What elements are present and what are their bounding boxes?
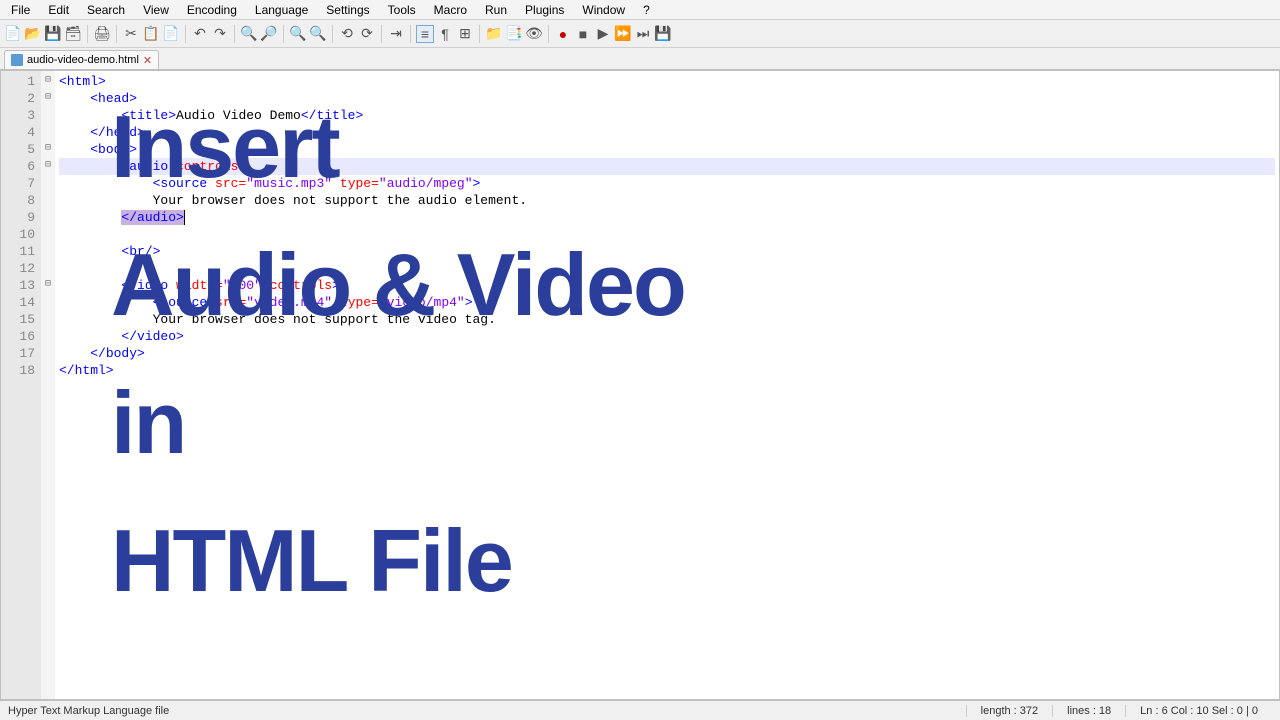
- separator: [332, 25, 333, 43]
- menu-settings[interactable]: Settings: [317, 1, 378, 18]
- separator: [234, 25, 235, 43]
- toolbar: 📄 📂 💾 🗃 🖨 ✂ 📋 📄 ↶ ↷ 🔍 🔎 🔍 🔍 ⟲ ⟳ ⇥ ≡ ¶ ⊞ …: [0, 20, 1280, 48]
- indent-icon[interactable]: ⇥: [387, 25, 405, 43]
- separator: [410, 25, 411, 43]
- showall-icon[interactable]: ¶: [436, 25, 454, 43]
- status-lines: lines : 18: [1052, 705, 1125, 717]
- code-area[interactable]: <html> <head> <title>Audio Video Demo</t…: [55, 71, 1279, 699]
- redo-icon[interactable]: ↷: [211, 25, 229, 43]
- menu-language[interactable]: Language: [246, 1, 317, 18]
- find-icon[interactable]: 🔍: [240, 25, 258, 43]
- tabbar: audio-video-demo.html ✕: [0, 48, 1280, 70]
- menu-run[interactable]: Run: [476, 1, 516, 18]
- zoom-out-icon[interactable]: 🔍: [309, 25, 327, 43]
- menu-encoding[interactable]: Encoding: [178, 1, 246, 18]
- menu-view[interactable]: View: [134, 1, 178, 18]
- paste-icon[interactable]: 📄: [162, 25, 180, 43]
- fast-icon[interactable]: ⏩: [614, 25, 632, 43]
- close-tab-icon[interactable]: ✕: [143, 54, 152, 67]
- tab-label: audio-video-demo.html: [27, 54, 139, 66]
- wordwrap-icon[interactable]: ≡: [416, 25, 434, 43]
- separator: [185, 25, 186, 43]
- menu-macro[interactable]: Macro: [425, 1, 476, 18]
- statusbar: Hyper Text Markup Language file length :…: [0, 700, 1280, 720]
- separator: [548, 25, 549, 43]
- monitor-icon[interactable]: 👁: [525, 25, 543, 43]
- play-icon[interactable]: ▶: [594, 25, 612, 43]
- menu-file[interactable]: File: [2, 1, 39, 18]
- separator: [87, 25, 88, 43]
- copy-icon[interactable]: 📋: [142, 25, 160, 43]
- file-tab[interactable]: audio-video-demo.html ✕: [4, 50, 159, 69]
- folder-icon[interactable]: 📁: [485, 25, 503, 43]
- editor[interactable]: 123456789101112131415161718 ⊟⊟⊟⊟⊟ <html>…: [0, 70, 1280, 700]
- separator: [479, 25, 480, 43]
- status-length: length : 372: [966, 705, 1053, 717]
- menubar: FileEditSearchViewEncodingLanguageSettin…: [0, 0, 1280, 20]
- sync-icon[interactable]: ⟲: [338, 25, 356, 43]
- separator: [381, 25, 382, 43]
- separator: [116, 25, 117, 43]
- status-position: Ln : 6 Col : 10 Sel : 0 | 0: [1125, 705, 1272, 717]
- savemacro-icon[interactable]: 💾: [654, 25, 672, 43]
- line-gutter: 123456789101112131415161718: [1, 71, 41, 699]
- print-icon[interactable]: 🖨: [93, 25, 111, 43]
- menu-plugins[interactable]: Plugins: [516, 1, 573, 18]
- menu-edit[interactable]: Edit: [39, 1, 78, 18]
- new-file-icon[interactable]: 📄: [4, 25, 22, 43]
- menu-tools[interactable]: Tools: [379, 1, 425, 18]
- status-language: Hyper Text Markup Language file: [8, 705, 966, 717]
- replace-icon[interactable]: 🔎: [260, 25, 278, 43]
- menu-window[interactable]: Window: [573, 1, 634, 18]
- record-icon[interactable]: ●: [554, 25, 572, 43]
- undo-icon[interactable]: ↶: [191, 25, 209, 43]
- menu-search[interactable]: Search: [78, 1, 134, 18]
- open-file-icon[interactable]: 📂: [24, 25, 42, 43]
- playmulti-icon[interactable]: ⏭: [634, 25, 652, 43]
- save-all-icon[interactable]: 🗃: [64, 25, 82, 43]
- file-icon: [11, 54, 23, 66]
- zoom-in-icon[interactable]: 🔍: [289, 25, 307, 43]
- save-icon[interactable]: 💾: [44, 25, 62, 43]
- cut-icon[interactable]: ✂: [122, 25, 140, 43]
- stop-icon[interactable]: ■: [574, 25, 592, 43]
- menu-?[interactable]: ?: [634, 1, 659, 18]
- doc-icon[interactable]: 📑: [505, 25, 523, 43]
- fold-column[interactable]: ⊟⊟⊟⊟⊟: [41, 71, 55, 699]
- separator: [283, 25, 284, 43]
- guide-icon[interactable]: ⊞: [456, 25, 474, 43]
- sync2-icon[interactable]: ⟳: [358, 25, 376, 43]
